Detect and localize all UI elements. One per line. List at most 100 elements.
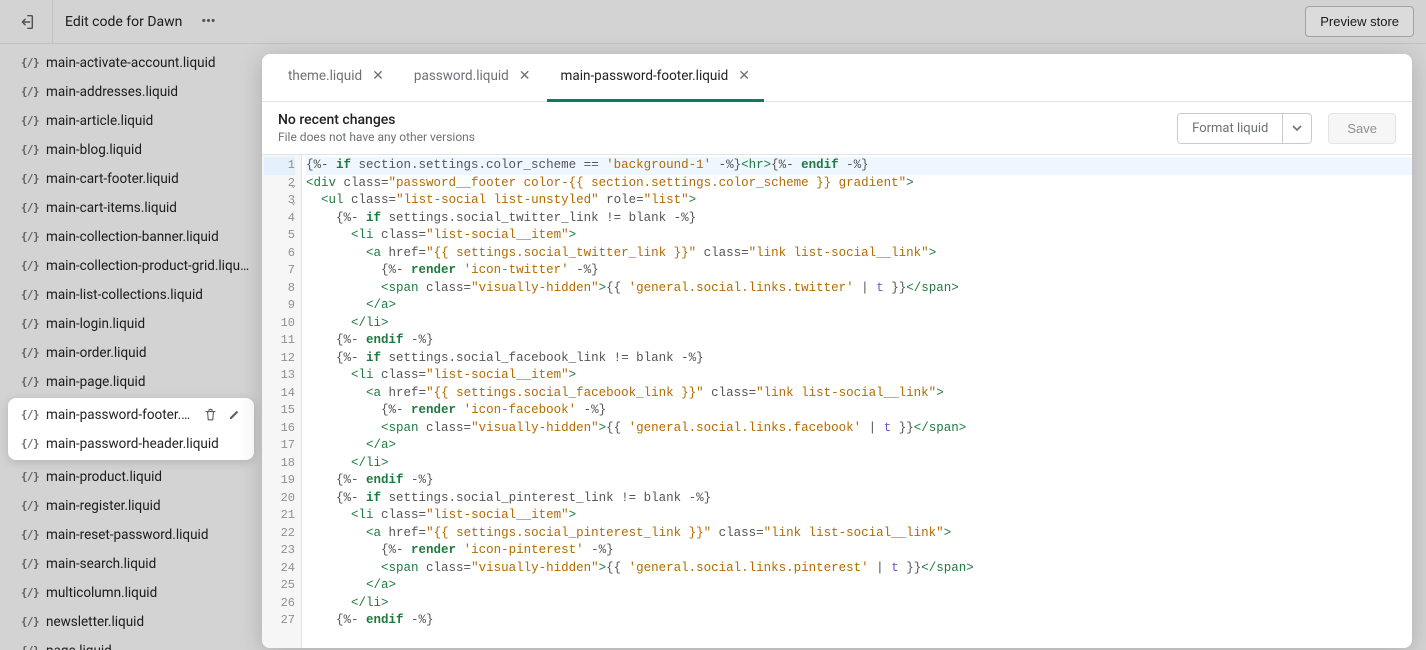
liquid-file-icon: {/}: [22, 288, 38, 302]
file-item[interactable]: {/}main-cart-items.liquid: [0, 193, 262, 222]
line-number: 11: [264, 332, 295, 350]
code-line[interactable]: {%- render 'icon-facebook' -%}: [306, 402, 1412, 420]
file-item[interactable]: {/}main-article.liquid: [0, 106, 262, 135]
liquid-file-icon: {/}: [22, 644, 38, 650]
liquid-file-icon: {/}: [22, 230, 38, 244]
editor-panel: theme.liquid✕password.liquid✕main-passwo…: [262, 54, 1412, 648]
divider: [52, 0, 53, 44]
code-line[interactable]: <ul class="list-social list-unstyled" ro…: [306, 192, 1412, 210]
line-number: 19: [264, 472, 295, 490]
file-item[interactable]: {/}main-list-collections.liquid: [0, 280, 262, 309]
code-line[interactable]: {%- endif -%}: [306, 612, 1412, 630]
code-line[interactable]: </li>: [306, 455, 1412, 473]
code-line[interactable]: <a href="{{ settings.social_facebook_lin…: [306, 385, 1412, 403]
code-line[interactable]: </a>: [306, 297, 1412, 315]
format-dropdown-button[interactable]: [1283, 114, 1311, 143]
file-context-popover: {/} main-password-footer.l… {/} main-pas…: [8, 398, 254, 460]
line-number: 17: [264, 437, 295, 455]
liquid-file-icon: {/}: [22, 56, 38, 70]
file-item[interactable]: {/}main-reset-password.liquid: [0, 520, 262, 549]
preview-store-button[interactable]: Preview store: [1305, 6, 1414, 37]
file-item[interactable]: {/} main-register.liquid: [0, 491, 262, 520]
liquid-file-icon: {/}: [22, 586, 38, 600]
file-name: main-cart-footer.liquid: [46, 171, 252, 187]
code-editor[interactable]: 12⌄3⌄45678910111213141516171819202122232…: [262, 155, 1412, 648]
tab-label: theme.liquid: [288, 68, 362, 84]
code-line[interactable]: <span class="visually-hidden">{{ 'genera…: [306, 280, 1412, 298]
file-item[interactable]: {/} main-order.liquid: [0, 338, 262, 367]
file-name: main-collection-product-grid.liqu…: [46, 258, 252, 274]
code-line[interactable]: <li class="list-social__item">: [306, 367, 1412, 385]
rename-file-button[interactable]: [224, 405, 244, 425]
file-item[interactable]: {/}main-collection-banner.liquid: [0, 222, 262, 251]
file-name: main-cart-items.liquid: [46, 200, 252, 216]
file-item[interactable]: {/}main-login.liquid: [0, 309, 262, 338]
file-item[interactable]: {/} main-password-header.liquid: [8, 429, 254, 458]
version-status-subtitle: File does not have any other versions: [278, 130, 1161, 144]
delete-file-button[interactable]: [200, 405, 220, 425]
code-line[interactable]: <li class="list-social__item">: [306, 227, 1412, 245]
code-line[interactable]: {%- if settings.social_twitter_link != b…: [306, 210, 1412, 228]
editor-tab[interactable]: theme.liquid ✕: [274, 54, 398, 102]
code-line[interactable]: {%- render 'icon-twitter' -%}: [306, 262, 1412, 280]
liquid-file-icon: {/}: [22, 499, 38, 513]
line-number: 27: [264, 612, 295, 630]
code-line[interactable]: <li class="list-social__item">: [306, 507, 1412, 525]
code-line[interactable]: </li>: [306, 595, 1412, 613]
code-line[interactable]: </li>: [306, 315, 1412, 333]
code-line[interactable]: <a href="{{ settings.social_twitter_link…: [306, 245, 1412, 263]
code-line[interactable]: {%- render 'icon-pinterest' -%}: [306, 542, 1412, 560]
code-line[interactable]: <span class="visually-hidden">{{ 'genera…: [306, 560, 1412, 578]
liquid-file-icon: {/}: [22, 408, 38, 422]
file-item-selected[interactable]: {/} main-password-footer.l…: [8, 400, 254, 429]
file-item[interactable]: {/}newsletter.liquid: [0, 607, 262, 636]
editor-tab[interactable]: main-password-footer.liquid ✕: [547, 54, 764, 102]
file-item[interactable]: {/}main-activate-account.liquid: [0, 48, 262, 77]
code-line[interactable]: </a>: [306, 437, 1412, 455]
file-item[interactable]: {/}main-blog.liquid: [0, 135, 262, 164]
tab-close-button[interactable]: ✕: [738, 68, 750, 84]
line-number: 23: [264, 542, 295, 560]
code-line[interactable]: <span class="visually-hidden">{{ 'genera…: [306, 420, 1412, 438]
editor-tab[interactable]: password.liquid ✕: [400, 54, 545, 102]
file-item[interactable]: {/}multicolumn.liquid: [0, 578, 262, 607]
line-number: 22: [264, 525, 295, 543]
code-line[interactable]: {%- if section.settings.color_scheme == …: [306, 157, 1412, 175]
format-button-group: Format liquid: [1177, 113, 1312, 144]
format-liquid-button[interactable]: Format liquid: [1178, 114, 1283, 143]
exit-icon: [17, 13, 35, 31]
line-number: 12: [264, 350, 295, 368]
liquid-file-icon: {/}: [22, 172, 38, 186]
file-item[interactable]: {/}main-product.liquid: [0, 462, 262, 491]
liquid-file-icon: {/}: [22, 346, 38, 360]
liquid-file-icon: {/}: [22, 114, 38, 128]
code-line[interactable]: </a>: [306, 577, 1412, 595]
tab-label: main-password-footer.liquid: [561, 68, 729, 84]
more-button[interactable]: •••: [194, 8, 222, 36]
code-content[interactable]: {%- if section.settings.color_scheme == …: [302, 155, 1412, 648]
code-line[interactable]: {%- if settings.social_facebook_link != …: [306, 350, 1412, 368]
tab-label: password.liquid: [414, 68, 509, 84]
code-line[interactable]: <div class="password__footer color-{{ se…: [306, 175, 1412, 193]
tab-close-button[interactable]: ✕: [372, 68, 384, 84]
file-item[interactable]: {/}main-addresses.liquid: [0, 77, 262, 106]
code-line[interactable]: {%- if settings.social_pinterest_link !=…: [306, 490, 1412, 508]
file-item[interactable]: {/}main-search.liquid: [0, 549, 262, 578]
code-line[interactable]: {%- endif -%}: [306, 472, 1412, 490]
code-line[interactable]: {%- endif -%}: [306, 332, 1412, 350]
liquid-file-icon: {/}: [22, 615, 38, 629]
file-name: main-order.liquid: [46, 345, 252, 361]
save-button[interactable]: Save: [1328, 113, 1396, 144]
tab-close-button[interactable]: ✕: [519, 68, 531, 84]
file-item[interactable]: {/}main-collection-product-grid.liqu…: [0, 251, 262, 280]
exit-button[interactable]: [12, 8, 40, 36]
file-item[interactable]: {/} main-cart-footer.liquid: [0, 164, 262, 193]
line-number: 6: [264, 245, 295, 263]
line-number: 21: [264, 507, 295, 525]
file-name: main-addresses.liquid: [46, 84, 252, 100]
code-line[interactable]: <a href="{{ settings.social_pinterest_li…: [306, 525, 1412, 543]
file-name: main-register.liquid: [46, 498, 252, 514]
file-item[interactable]: {/}page.liquid: [0, 636, 262, 650]
file-tree[interactable]: {/}main-activate-account.liquid{/}main-a…: [0, 44, 262, 650]
file-item[interactable]: {/}main-page.liquid: [0, 367, 262, 396]
